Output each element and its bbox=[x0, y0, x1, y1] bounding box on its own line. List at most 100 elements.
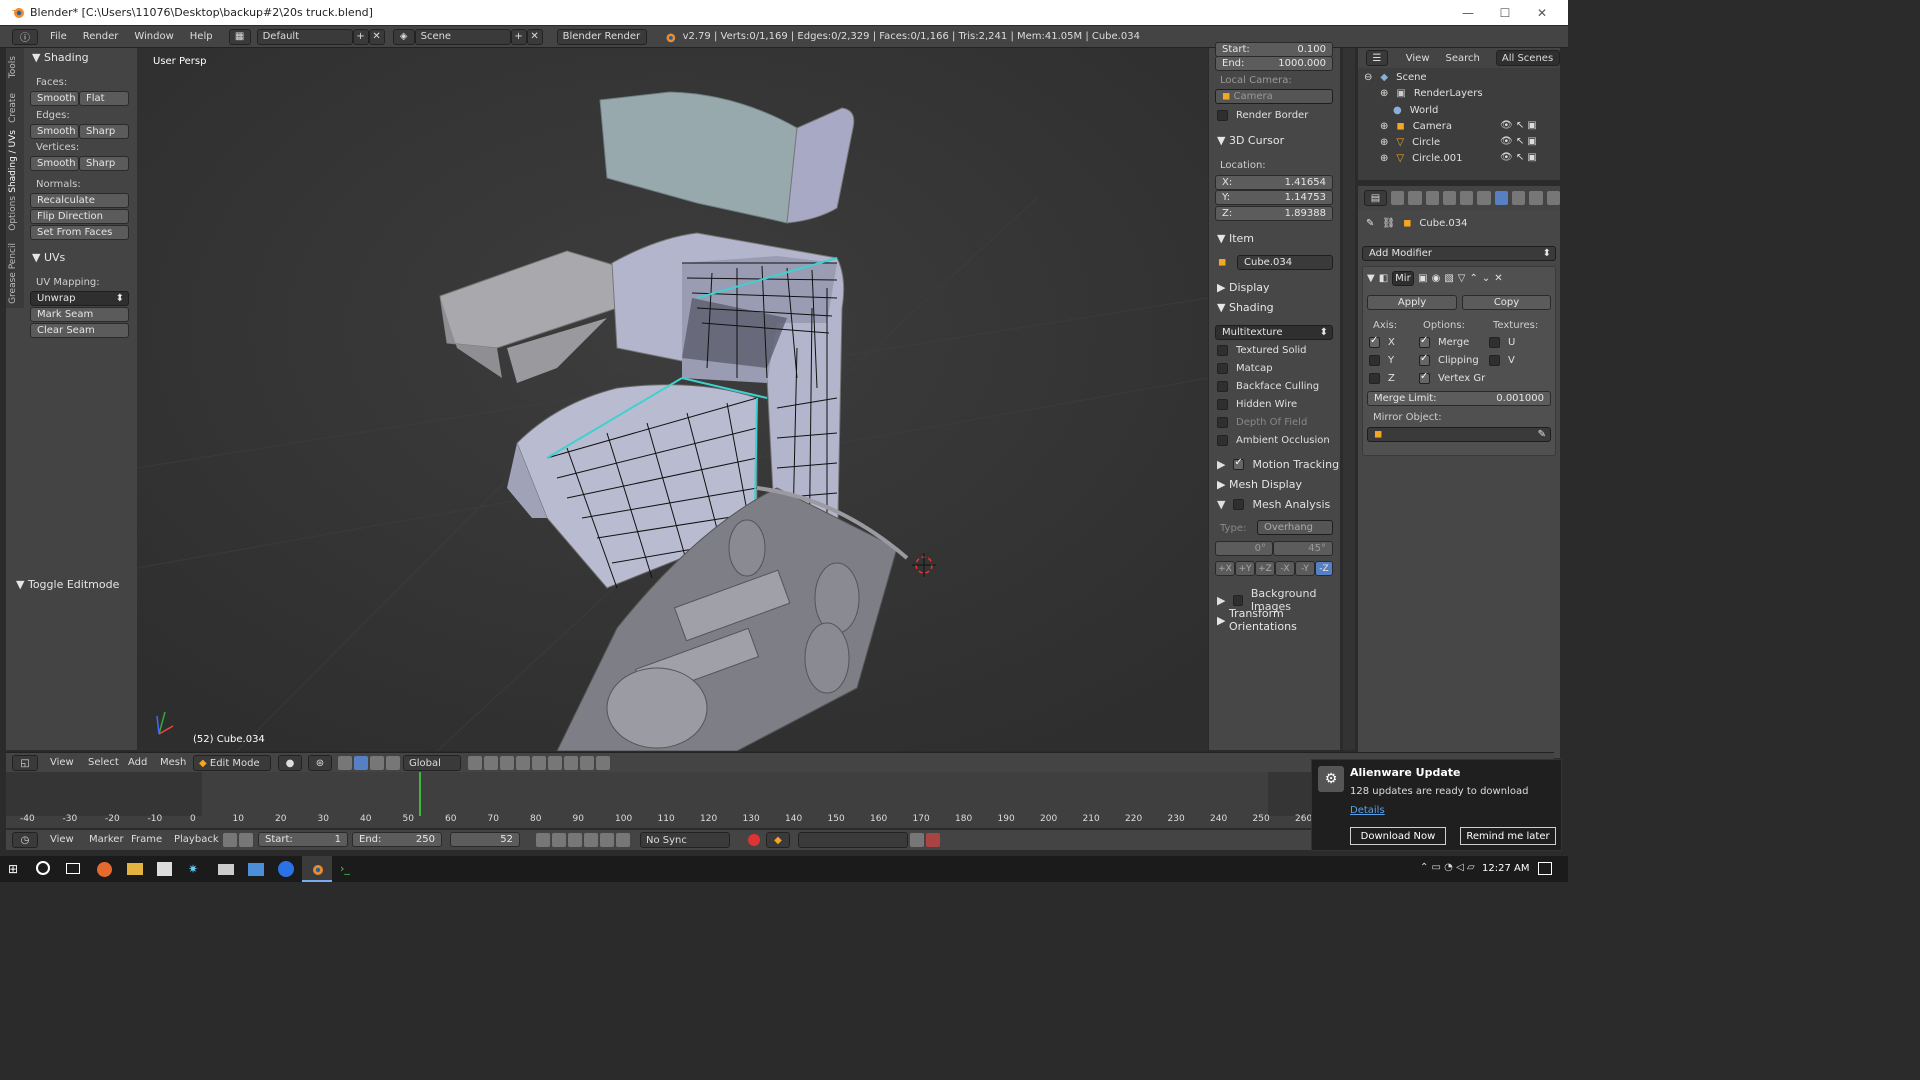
copy-button[interactable]: Copy bbox=[1462, 295, 1551, 310]
eye-icon[interactable]: 👁 ↖ ▣ bbox=[1500, 120, 1537, 131]
tray-icons[interactable]: ⌃ ▭ ◔ ◁ ▱ bbox=[1420, 862, 1475, 873]
matcap-row[interactable]: Matcap bbox=[1217, 363, 1273, 374]
local-camera-field[interactable]: ◼ Camera bbox=[1215, 89, 1333, 104]
set-from-faces-button[interactable]: Set From Faces bbox=[30, 225, 129, 240]
recalculate-button[interactable]: Recalculate bbox=[30, 193, 129, 208]
search-icon[interactable] bbox=[36, 861, 50, 875]
display-panel-header[interactable]: ▶ Display bbox=[1217, 281, 1270, 294]
item-panel-header[interactable]: ▼ Item bbox=[1217, 232, 1254, 245]
move-up-icon[interactable]: ⌃ bbox=[1470, 273, 1478, 284]
app-icon[interactable] bbox=[248, 863, 264, 876]
npanel-scrollbar[interactable] bbox=[1343, 48, 1355, 750]
backface-checkbox[interactable] bbox=[1217, 381, 1228, 392]
timeline-editor-icon[interactable]: ◷ bbox=[12, 832, 38, 848]
render-toggle-icon[interactable]: ▣ bbox=[1418, 273, 1427, 284]
move-down-icon[interactable]: ⌄ bbox=[1482, 273, 1490, 284]
axis-z-checkbox[interactable] bbox=[1369, 373, 1380, 384]
axis-x-checkbox[interactable] bbox=[1369, 335, 1380, 348]
scene-select[interactable]: Scene bbox=[414, 28, 511, 45]
tab-tools[interactable]: Tools bbox=[8, 56, 18, 78]
manipulator-toggle-icon[interactable] bbox=[338, 756, 352, 770]
angle-min-field[interactable]: 0° bbox=[1215, 541, 1273, 556]
task-view-icon[interactable] bbox=[66, 863, 80, 874]
layout-select[interactable]: Default bbox=[256, 28, 353, 45]
scene-tab-icon[interactable] bbox=[1425, 191, 1439, 205]
axis-minus-x-button[interactable]: -X bbox=[1275, 561, 1295, 576]
render-engine-select[interactable]: Blender Render bbox=[556, 28, 647, 45]
timeline-view-menu[interactable]: View bbox=[50, 834, 74, 845]
tab-grease-pencil[interactable]: Grease Pencil bbox=[8, 243, 18, 304]
menu-file[interactable]: File bbox=[50, 31, 67, 42]
add-scene-icon[interactable]: + bbox=[510, 28, 527, 45]
item-name-field[interactable]: Cube.034 bbox=[1237, 255, 1333, 270]
file-explorer-icon[interactable] bbox=[127, 863, 143, 875]
start-frame-field[interactable]: Start: 1 bbox=[258, 832, 348, 847]
outliner-editor-icon[interactable]: ☰ bbox=[1366, 50, 1388, 66]
translate-icon[interactable] bbox=[354, 756, 368, 770]
axis-plus-y-button[interactable]: +Y bbox=[1235, 561, 1255, 576]
keying-set-field[interactable] bbox=[798, 832, 908, 848]
terminal-icon[interactable]: ›_ bbox=[340, 862, 354, 876]
display-mode-select[interactable]: All Scenes bbox=[1495, 50, 1560, 66]
axis-plus-z-button[interactable]: +Z bbox=[1255, 561, 1275, 576]
mesh-analysis-header[interactable]: ▼ Mesh Analysis bbox=[1217, 498, 1330, 511]
cursor-x-field[interactable]: X: 1.41654 bbox=[1215, 175, 1333, 190]
firefox-icon[interactable] bbox=[97, 862, 112, 877]
outliner-item-circle[interactable]: ⊕ ▽ Circle bbox=[1380, 137, 1440, 148]
sync-select[interactable]: No Sync bbox=[640, 832, 730, 848]
end-frame-field[interactable]: End: 250 bbox=[352, 832, 442, 847]
clipping-checkbox[interactable] bbox=[1419, 353, 1430, 366]
tab-create[interactable]: Create bbox=[8, 93, 18, 123]
mesh-analysis-checkbox[interactable] bbox=[1233, 499, 1245, 510]
clear-seam-button[interactable]: Clear Seam bbox=[30, 323, 129, 338]
properties-editor-icon[interactable]: ▤ bbox=[1364, 190, 1387, 206]
remove-scene-icon[interactable]: ✕ bbox=[526, 28, 543, 45]
background-images-checkbox[interactable] bbox=[1233, 594, 1243, 606]
vertices-smooth-button[interactable]: Smooth bbox=[30, 156, 79, 171]
analysis-type-dropdown[interactable]: Overhang bbox=[1257, 520, 1333, 535]
render-anim-icon[interactable] bbox=[596, 756, 610, 770]
add-menu[interactable]: Add bbox=[128, 757, 147, 768]
current-frame-line[interactable] bbox=[419, 772, 421, 816]
cursor-y-field[interactable]: Y: 1.14753 bbox=[1215, 190, 1333, 205]
cage-toggle-icon[interactable]: ▽ bbox=[1458, 273, 1466, 284]
play-reverse-icon[interactable] bbox=[568, 833, 582, 847]
outliner-search-menu[interactable]: Search bbox=[1446, 53, 1480, 64]
eye-icon[interactable]: 👁 ↖ ▣ bbox=[1500, 136, 1537, 147]
vertex-select-icon[interactable] bbox=[468, 756, 482, 770]
store-icon[interactable] bbox=[157, 862, 172, 876]
prev-keyframe-icon[interactable] bbox=[552, 833, 566, 847]
constraints-tab-icon[interactable] bbox=[1477, 191, 1491, 205]
blender-taskbar-button[interactable] bbox=[302, 856, 332, 882]
transform-orientations-header[interactable]: ▶ Transform Orientations bbox=[1217, 607, 1340, 633]
render-border-checkbox[interactable] bbox=[1217, 110, 1228, 121]
remove-modifier-icon[interactable]: ✕ bbox=[1494, 273, 1502, 284]
snap-icon[interactable] bbox=[548, 756, 562, 770]
merge-checkbox[interactable] bbox=[1419, 335, 1430, 348]
mail-icon[interactable] bbox=[218, 864, 234, 875]
tab-options[interactable]: Options bbox=[8, 196, 18, 231]
select-menu[interactable]: Select bbox=[88, 757, 119, 768]
close-window-button[interactable]: ✕ bbox=[1524, 0, 1560, 25]
record-icon[interactable] bbox=[748, 834, 760, 846]
layout-icon[interactable]: ▦ bbox=[228, 28, 251, 45]
clock[interactable]: 12:27 AM bbox=[1482, 863, 1529, 874]
texture-v-row[interactable]: V bbox=[1489, 355, 1515, 366]
maximize-button[interactable]: ☐ bbox=[1487, 0, 1523, 25]
outliner-item-camera[interactable]: ⊕ ◼ Camera bbox=[1380, 121, 1452, 132]
proportional-icon[interactable] bbox=[532, 756, 546, 770]
vertices-sharp-button[interactable]: Sharp bbox=[79, 156, 129, 171]
render-border-row[interactable]: Render Border bbox=[1217, 110, 1308, 121]
clip-end-field[interactable]: End: 1000.000 bbox=[1215, 56, 1333, 71]
shading-panel-header[interactable]: ▼ Shading bbox=[32, 51, 89, 64]
delete-keyframe-icon[interactable] bbox=[926, 833, 940, 847]
axis-minus-z-button[interactable]: -Z bbox=[1315, 561, 1333, 576]
outliner-item-scene[interactable]: ⊖ ◆ Scene bbox=[1364, 72, 1427, 83]
view-menu[interactable]: View bbox=[50, 757, 74, 768]
layers-tab-icon[interactable] bbox=[1408, 191, 1422, 205]
details-link[interactable]: Details bbox=[1350, 805, 1385, 816]
playback-menu[interactable]: Playback bbox=[174, 834, 219, 845]
download-now-button[interactable]: Download Now bbox=[1350, 827, 1446, 845]
lock-icon[interactable] bbox=[239, 833, 253, 847]
faces-smooth-button[interactable]: Smooth bbox=[30, 91, 79, 106]
